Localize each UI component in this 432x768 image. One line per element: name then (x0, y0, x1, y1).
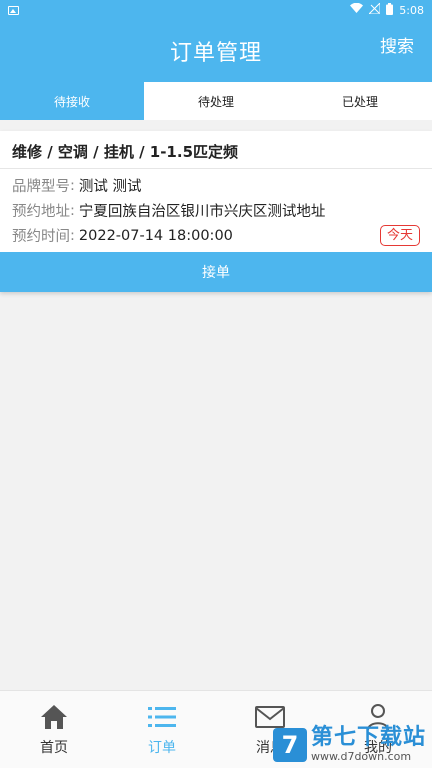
order-title: 维修 / 空调 / 挂机 / 1-1.5匹定频 (12, 143, 239, 161)
bottom-nav: 首页 订单 消息 我的 (0, 690, 432, 768)
wifi-icon (350, 2, 364, 17)
time-value: 2022-07-14 18:00:00 (78, 227, 233, 244)
accept-order-button[interactable]: 接单 (0, 252, 432, 292)
tab-pending-receive[interactable]: 待接收 (0, 82, 144, 120)
today-badge: 今天 (379, 225, 420, 246)
nav-item-messages[interactable]: 消息 (216, 691, 324, 768)
brand-separator: : (70, 177, 75, 194)
nav-label-home: 首页 (40, 740, 68, 756)
brand-value: 测试 测试 (78, 179, 142, 195)
tab-processed[interactable]: 已处理 (288, 82, 432, 120)
nav-item-home[interactable]: 首页 (0, 691, 108, 768)
user-icon (366, 703, 390, 731)
signal-off-icon (368, 1, 381, 17)
home-icon (40, 703, 68, 731)
card-divider (0, 168, 432, 169)
nav-label-profile: 我的 (364, 740, 392, 756)
address-row: 预约地址 : 宁夏回族自治区银川市兴庆区测试地址 (0, 198, 432, 223)
address-value: 宁夏回族自治区银川市兴庆区测试地址 (78, 204, 326, 220)
nav-label-messages: 消息 (256, 740, 284, 756)
brand-row: 品牌型号 : 测试 测试 (0, 173, 432, 198)
search-button[interactable]: 搜索 (380, 32, 414, 57)
nav-item-profile[interactable]: 我的 (324, 691, 432, 768)
list-icon (148, 703, 176, 731)
order-status-tabs: 待接收 待处理 已处理 (0, 82, 432, 120)
brand-label: 品牌型号 (12, 179, 70, 195)
time-separator: : (70, 227, 75, 244)
nav-item-orders[interactable]: 订单 (108, 691, 216, 768)
nav-label-orders: 订单 (148, 740, 176, 756)
image-notification-icon (8, 5, 19, 15)
address-separator: : (70, 202, 75, 219)
time-label: 预约时间 (12, 229, 70, 245)
page-title: 订单管理 (169, 41, 262, 66)
tab-pending-process[interactable]: 待处理 (144, 82, 288, 120)
status-bar: 5:08 (0, 0, 432, 20)
mail-icon (255, 703, 285, 731)
address-label: 预约地址 (12, 204, 70, 220)
battery-icon (386, 2, 394, 18)
order-card: 维修 / 空调 / 挂机 / 1-1.5匹定频 品牌型号 : 测试 测试 预约地… (0, 131, 432, 292)
time-row: 预约时间 : 2022-07-14 18:00:00 今天 (0, 223, 432, 248)
app-header: 订单管理 搜索 (0, 20, 432, 82)
status-time: 5:08 (399, 3, 424, 17)
